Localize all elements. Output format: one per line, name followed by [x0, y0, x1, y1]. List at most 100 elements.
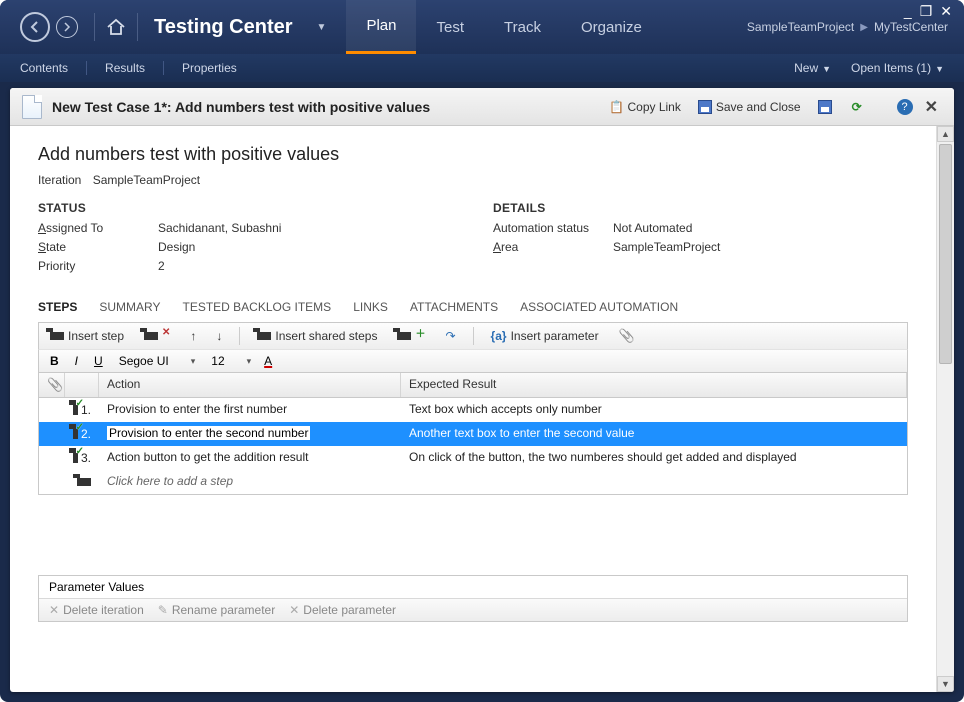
divider [163, 61, 164, 75]
divider [473, 327, 474, 345]
rename-parameter-button[interactable]: ✎Rename parameter [158, 603, 275, 617]
vertical-scrollbar[interactable]: ▲ ▼ [936, 126, 954, 692]
delete-parameter-button[interactable]: ✕Delete parameter [289, 603, 396, 617]
ribbon-tab-organize[interactable]: Organize [561, 0, 662, 54]
paperclip-icon [47, 378, 63, 392]
form-column: Add numbers test with positive values It… [10, 126, 936, 692]
assigned-to-value[interactable]: Sachidanant, Subashni [158, 221, 281, 235]
column-attachment [39, 373, 65, 397]
window-maximize-button[interactable]: ❐ [920, 6, 933, 16]
new-dropdown[interactable]: New▼ [794, 61, 831, 75]
window-close-button[interactable]: ✕ [940, 6, 952, 16]
ribbon-tab-plan[interactable]: Plan [346, 0, 416, 54]
divider [86, 61, 87, 75]
nav-back-button[interactable] [20, 12, 50, 42]
step-row[interactable]: 1. Provision to enter the first number T… [39, 398, 907, 422]
parameter-values-section: Parameter Values ✕Delete iteration ✎Rena… [38, 575, 908, 622]
step-type-icon [73, 429, 78, 439]
ribbon-tab-test[interactable]: Test [416, 0, 484, 54]
nav-forward-button[interactable] [56, 16, 78, 38]
redo-button[interactable] [442, 327, 458, 345]
add-plus-icon: ＋ [415, 325, 425, 340]
divider [137, 13, 138, 41]
insert-step-button[interactable]: Insert step [47, 327, 127, 345]
area-value[interactable]: SampleTeamProject [613, 240, 720, 254]
step-expected-cell[interactable]: Text box which accepts only number [401, 398, 907, 422]
help-button[interactable]: ? [897, 99, 913, 115]
step-expected-cell[interactable]: On click of the button, the two numberes… [401, 446, 907, 470]
delete-iteration-button[interactable]: ✕Delete iteration [49, 603, 144, 617]
iteration-value[interactable]: SampleTeamProject [93, 173, 200, 187]
nav-results[interactable]: Results [105, 61, 145, 75]
open-items-dropdown[interactable]: Open Items (1)▼ [851, 61, 944, 75]
scroll-up-button[interactable]: ▲ [937, 126, 954, 142]
area-label: Area [493, 240, 613, 254]
breadcrumb-center[interactable]: MyTestCenter [874, 20, 948, 34]
tab-attachments[interactable]: ATTACHMENTS [410, 296, 498, 318]
app-title-dropdown-icon[interactable]: ▼ [317, 22, 327, 33]
italic-button[interactable]: I [72, 354, 81, 368]
column-action: Action [99, 373, 401, 397]
insert-parameter-button[interactable]: {a}Insert parameter [488, 327, 602, 345]
panel-header: New Test Case 1*: Add numbers test with … [10, 88, 954, 126]
refresh-button[interactable]: ⟳ [845, 97, 869, 117]
underline-button[interactable]: U [91, 354, 106, 368]
home-icon[interactable] [105, 16, 127, 38]
step-row[interactable]: 3. Action button to get the addition res… [39, 446, 907, 470]
add-step-placeholder[interactable]: Click here to add a step [99, 470, 401, 494]
create-shared-step-button[interactable]: ＋ [394, 327, 428, 346]
window-minimize-button[interactable]: _ [904, 6, 912, 16]
step-action-cell[interactable]: Provision to enter the first number [99, 398, 401, 422]
shared-step-icon [257, 332, 271, 340]
step-action-cell[interactable]: Action button to get the addition result [99, 446, 401, 470]
panel-close-button[interactable]: ✕ [921, 97, 942, 117]
add-attachment-button[interactable] [616, 326, 638, 346]
tab-links[interactable]: LINKS [353, 296, 388, 318]
nav-properties[interactable]: Properties [182, 61, 237, 75]
scroll-down-button[interactable]: ▼ [937, 676, 954, 692]
divider [239, 327, 240, 345]
testcase-title: Add numbers test with positive values [38, 144, 908, 165]
step-icon [144, 332, 158, 340]
font-family-dropdown[interactable]: Segoe UI▾ [116, 353, 199, 369]
copy-link-icon: 📋 [608, 99, 624, 115]
steps-toolbar: Insert step ✕ Insert shared steps ＋ {a}I… [38, 322, 908, 349]
state-value[interactable]: Design [158, 240, 195, 254]
paperclip-icon [619, 328, 635, 344]
assigned-to-label: Assigned To [38, 221, 158, 235]
save-and-close-button[interactable]: Save and Close [693, 97, 805, 117]
step-expected-cell[interactable]: Another text box to enter the second val… [401, 422, 907, 446]
delete-step-button[interactable]: ✕ [141, 329, 173, 344]
move-up-button[interactable] [187, 327, 199, 345]
breadcrumb-project[interactable]: SampleTeamProject [747, 20, 854, 34]
parameter-values-title: Parameter Values [39, 576, 907, 598]
automation-status-value[interactable]: Not Automated [613, 221, 692, 235]
priority-value[interactable]: 2 [158, 259, 165, 273]
step-type-icon [73, 453, 78, 463]
scroll-thumb[interactable] [939, 144, 952, 364]
parameter-icon: {a} [491, 329, 507, 343]
tab-steps[interactable]: STEPS [38, 296, 77, 318]
font-size-dropdown[interactable]: 12▾ [208, 353, 254, 369]
tab-summary[interactable]: SUMMARY [99, 296, 160, 318]
font-color-button[interactable]: A [264, 354, 272, 368]
insert-shared-steps-button[interactable]: Insert shared steps [254, 327, 380, 345]
rename-icon: ✎ [158, 603, 168, 617]
secondary-bar: Contents Results Properties New▼ Open It… [0, 54, 964, 82]
nav-contents[interactable]: Contents [20, 61, 68, 75]
save-button[interactable] [813, 97, 837, 117]
column-expected: Expected Result [401, 373, 907, 397]
tab-backlog[interactable]: TESTED BACKLOG ITEMS [182, 296, 331, 318]
tab-automation[interactable]: ASSOCIATED AUTOMATION [520, 296, 678, 318]
document-icon [22, 95, 42, 119]
app-title: Testing Center [154, 16, 293, 39]
copy-link-button[interactable]: 📋 Copy Link [604, 97, 684, 117]
column-type [65, 373, 99, 397]
move-down-button[interactable] [213, 327, 225, 345]
bold-button[interactable]: B [47, 354, 62, 368]
ribbon-tab-track[interactable]: Track [484, 0, 561, 54]
step-row-selected[interactable]: 2. Provision to enter the second number … [39, 422, 907, 446]
step-action-cell[interactable]: Provision to enter the second number [99, 422, 401, 446]
add-step-row[interactable]: Click here to add a step [39, 470, 907, 494]
details-column: DETAILS Automation statusNot Automated A… [493, 201, 908, 278]
